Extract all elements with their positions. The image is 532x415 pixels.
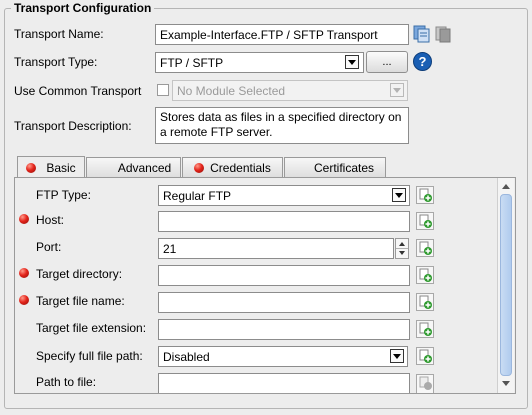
tab-advanced[interactable]: Advanced xyxy=(86,157,181,177)
common-transport-select: No Module Selected xyxy=(172,80,408,101)
full-file-path-select[interactable]: Disabled xyxy=(158,346,408,367)
required-icon xyxy=(19,268,29,278)
path-to-file-label: Path to file: xyxy=(36,375,97,389)
target-directory-label: Target directory: xyxy=(36,267,123,281)
ftp-type-label: FTP Type: xyxy=(36,188,91,202)
full-file-path-label: Specify full file path: xyxy=(36,349,143,363)
paste-icon xyxy=(434,25,452,43)
ftp-type-value: Regular FTP xyxy=(163,188,232,203)
transport-type-label: Transport Type: xyxy=(14,55,98,69)
tab-credentials-label: Credentials xyxy=(210,160,271,175)
common-transport-value: No Module Selected xyxy=(177,83,286,98)
tab-credentials[interactable]: Credentials xyxy=(182,157,283,177)
port-label: Port: xyxy=(36,240,62,254)
add-variable-icon[interactable] xyxy=(416,293,434,311)
tab-basic[interactable]: Basic xyxy=(17,156,85,178)
host-input[interactable] xyxy=(158,211,410,232)
transport-name-label: Transport Name: xyxy=(14,27,104,41)
scroll-up-icon[interactable] xyxy=(501,182,511,190)
port-stepper[interactable] xyxy=(395,238,409,259)
target-file-name-label: Target file name: xyxy=(36,294,125,308)
host-label: Host: xyxy=(36,213,65,227)
port-input[interactable]: 21 xyxy=(158,238,394,259)
target-file-extension-input[interactable] xyxy=(158,319,410,340)
chevron-down-icon[interactable] xyxy=(392,188,406,202)
target-directory-input[interactable] xyxy=(158,265,410,286)
browse-transport-button[interactable]: ... xyxy=(366,51,408,73)
transport-name-input[interactable]: Example-Interface.FTP / SFTP Transport xyxy=(155,24,409,45)
transport-type-select[interactable]: FTP / SFTP xyxy=(155,52,364,73)
required-icon xyxy=(19,295,29,305)
add-variable-icon[interactable] xyxy=(416,186,434,204)
svg-text:?: ? xyxy=(419,54,427,69)
add-variable-icon[interactable] xyxy=(416,212,434,230)
required-icon xyxy=(194,162,205,173)
add-variable-icon[interactable] xyxy=(416,266,434,284)
help-icon[interactable]: ? xyxy=(413,52,432,71)
transport-type-value: FTP / SFTP xyxy=(160,55,224,70)
required-icon xyxy=(26,162,37,173)
transport-description-textarea[interactable]: Stores data as files in a specified dire… xyxy=(155,107,409,144)
common-transport-checkbox[interactable] xyxy=(157,84,169,96)
scrollbar-thumb[interactable] xyxy=(500,194,512,376)
add-variable-icon[interactable] xyxy=(416,347,434,365)
copy-icon[interactable] xyxy=(413,25,431,43)
tab-certificates-label: Certificates xyxy=(313,160,375,175)
full-file-path-value: Disabled xyxy=(163,349,210,364)
path-to-file-input[interactable] xyxy=(158,373,410,393)
chevron-down-icon[interactable] xyxy=(390,349,404,363)
vertical-scrollbar[interactable] xyxy=(497,178,514,393)
tab-advanced-label: Advanced xyxy=(117,160,172,175)
tab-certificates[interactable]: Certificates xyxy=(284,157,386,177)
add-variable-icon[interactable] xyxy=(416,320,434,338)
ftp-type-select[interactable]: Regular FTP xyxy=(158,185,410,206)
scroll-down-icon[interactable] xyxy=(501,380,511,388)
required-icon xyxy=(19,214,29,224)
transport-description-label: Transport Description: xyxy=(14,119,132,133)
target-file-extension-label: Target file extension: xyxy=(36,321,147,335)
target-file-name-input[interactable] xyxy=(158,292,410,313)
section-title: Transport Configuration xyxy=(11,1,155,15)
tab-basic-label: Basic xyxy=(46,160,76,175)
add-variable-icon xyxy=(416,374,434,393)
chevron-down-icon xyxy=(390,83,404,97)
chevron-down-icon[interactable] xyxy=(345,55,359,69)
common-transport-label: Use Common Transport xyxy=(14,84,142,98)
add-variable-icon[interactable] xyxy=(416,239,434,257)
